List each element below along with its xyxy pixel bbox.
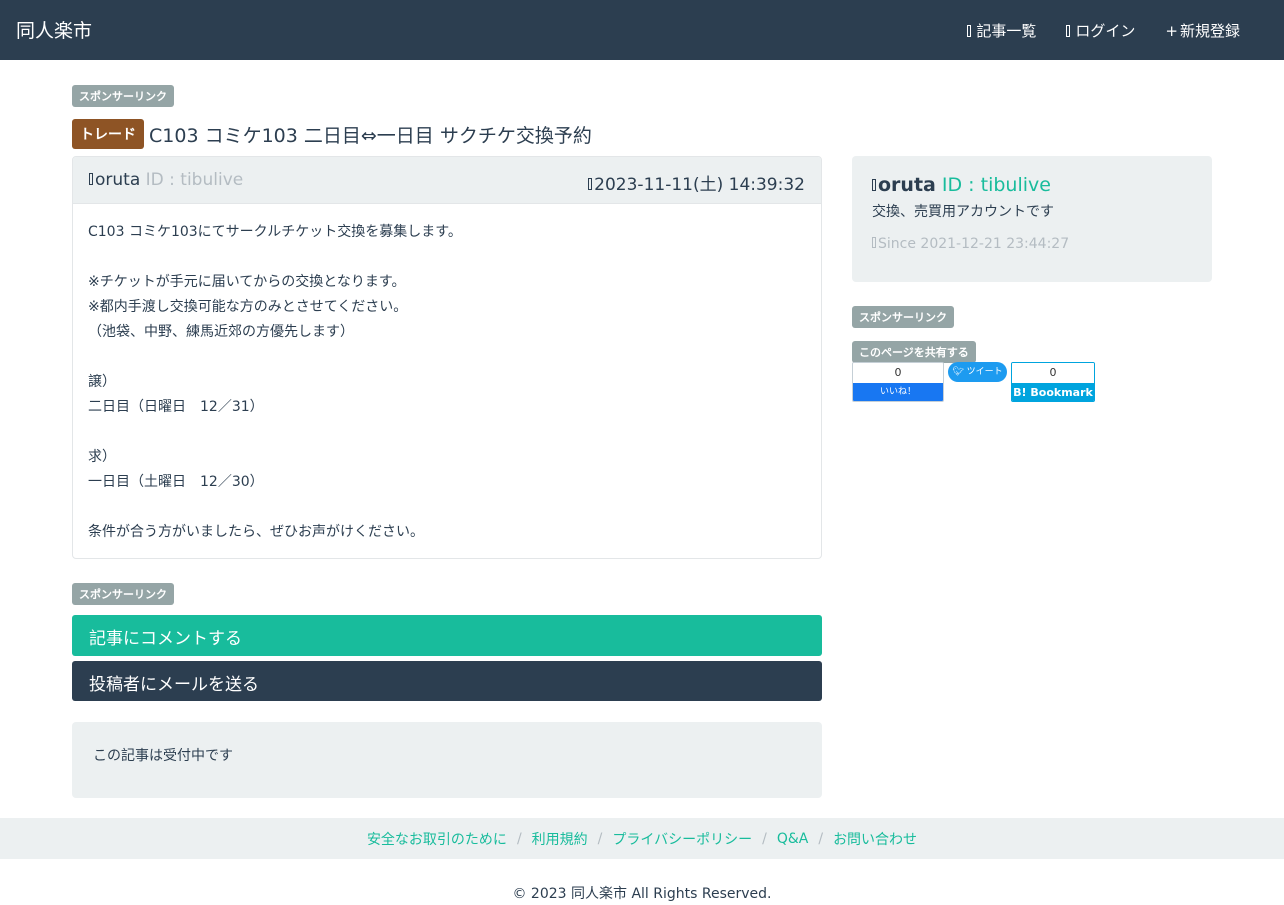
footer-divider: / [597,830,603,847]
nav-register-label: 新規登録 [1179,22,1240,40]
footer-link-qa[interactable]: Q&A [777,831,809,847]
profile-card: oruta ID : tibulive 交換、売買用アカウントです Since … [852,156,1212,282]
status-box: この記事は受付中です [72,722,822,798]
footer-links: 安全なお取引のために / 利用規約 / プライバシーポリシー / Q&A / お… [0,818,1284,859]
profile-name-row[interactable]: oruta ID : tibulive [872,174,1192,196]
footer-divider: / [818,830,824,847]
hatena-bookmark-button[interactable]: 0 B! Bookmark [1011,362,1095,402]
site-brand[interactable]: 同人楽市 [16,16,92,43]
user-icon [872,179,876,191]
profile-description: 交換、売買用アカウントです [872,204,1054,220]
facebook-like-button[interactable]: 0 いいね！ [852,362,944,402]
body-line: ※都内手渡し交換可能な方のみとさせてください。 [88,299,408,315]
post-card: oruta ID : tibulive 2023-11-11(土) 14:39:… [72,156,822,559]
fb-count: 0 [853,363,943,383]
nav-article-list-label: 記事一覧 [976,22,1037,40]
copyright: © 2023 同人楽市 All Rights Reserved. [512,886,772,902]
twitter-icon: 🐦︎ [952,367,964,377]
author-name: oruta [95,170,141,190]
post-title: C103 コミケ103 二日目⇔一日目 サクチケ交換予約 [149,124,592,147]
footer-divider: / [516,830,522,847]
share-label: このページを共有する [852,341,976,363]
body-line: 二日目（日曜日 12／31） [88,399,264,415]
fb-like-label: いいね！ [853,383,943,401]
sponsor-link-badge: スポンサーリンク [72,85,174,107]
hb-count: 0 [1012,363,1094,383]
mail-author-button[interactable]: 投稿者にメールを送る [72,661,822,701]
nav-links: 記事一覧 ログイン + 新規登録 [967,20,1240,41]
footer-divider: / [762,830,767,847]
list-icon [967,24,972,37]
body-line: （池袋、中野、練馬近郊の方優先します） [88,324,354,340]
body-line: 求） [88,449,116,465]
author-id: ID : tibulive [145,170,244,190]
body-line [88,420,806,445]
body-line [88,345,806,370]
profile-name: oruta [878,174,936,196]
plus-icon: + [1165,21,1178,40]
login-icon [1066,24,1071,37]
profile-since: Since 2021-12-21 23:44:27 [872,236,1192,252]
tweet-button[interactable]: 🐦︎ ツイート [948,362,1007,382]
sponsor-link-badge: スポンサーリンク [72,583,174,605]
sponsor-link-badge: スポンサーリンク [852,306,954,328]
post-author[interactable]: oruta ID : tibulive [89,170,243,190]
body-line: C103 コミケ103にてサークルチケット交換を募集します。 [88,224,462,240]
body-line: 譲） [88,374,116,390]
footer-link-safety[interactable]: 安全なお取引のために [367,829,507,849]
status-text: この記事は受付中です [93,748,233,764]
body-line: 一日目（土曜日 12／30） [88,474,264,490]
calendar-icon [872,237,876,248]
body-line: ※チケットが手元に届いてからの交換となります。 [88,274,406,290]
top-navbar: 同人楽市 記事一覧 ログイン + 新規登録 [0,0,1284,60]
post-date-text: 2023-11-11(土) 14:39:32 [594,175,805,195]
post-header: oruta ID : tibulive 2023-11-11(土) 14:39:… [73,157,821,204]
footer-link-privacy[interactable]: プライバシーポリシー [612,829,752,849]
nav-login[interactable]: ログイン [1066,20,1135,41]
post-date: 2023-11-11(土) 14:39:32 [588,170,805,195]
profile-id: ID : tibulive [941,174,1051,196]
user-icon [89,173,93,185]
nav-login-label: ログイン [1075,22,1136,40]
nav-article-list[interactable]: 記事一覧 [967,20,1036,41]
tweet-label: ツイート [966,367,1003,377]
post-title-row: トレード C103 コミケ103 二日目⇔一日目 サクチケ交換予約 [72,119,592,149]
comment-button[interactable]: 記事にコメントする [72,615,822,656]
footer-link-terms[interactable]: 利用規約 [532,829,588,849]
body-line [88,245,806,270]
post-body: C103 コミケ103にてサークルチケット交換を募集します。 ※チケットが手元に… [73,204,821,558]
nav-register[interactable]: + 新規登録 [1165,20,1240,41]
profile-since-text: Since 2021-12-21 23:44:27 [878,236,1070,252]
footer-link-contact[interactable]: お問い合わせ [833,829,917,849]
clock-icon [588,178,593,190]
category-badge[interactable]: トレード [72,119,144,149]
body-line: 条件が合う方がいましたら、ぜひお声がけください。 [88,524,424,540]
body-line [88,495,806,520]
hb-label: B! Bookmark [1012,383,1094,401]
